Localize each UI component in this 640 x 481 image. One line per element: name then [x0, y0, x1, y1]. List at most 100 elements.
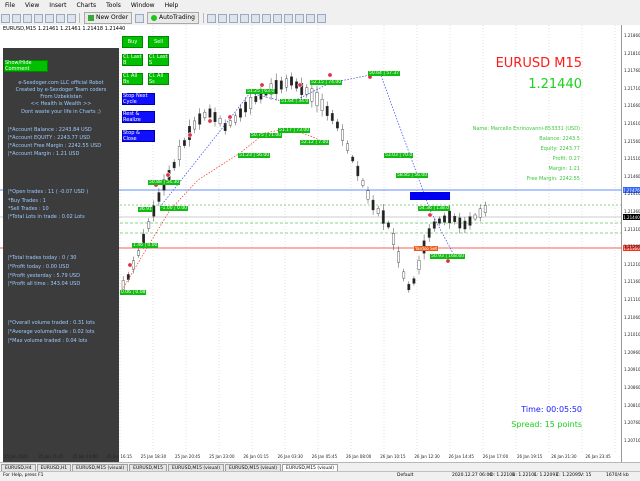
rest-realize-button[interactable]: Rest & Realize: [122, 111, 155, 123]
candle-body: [172, 161, 176, 169]
indicators-icon[interactable]: [295, 13, 304, 23]
line-chart-icon[interactable]: [229, 13, 238, 23]
templates-icon[interactable]: [317, 13, 326, 23]
new-order-button[interactable]: New Order: [84, 12, 133, 24]
trade-label: 0.06 | 0.08: [120, 290, 147, 295]
navigator-icon[interactable]: [45, 13, 54, 23]
info-free-margin: Free Margin: 2242.55: [526, 176, 580, 182]
close-all-sells-button[interactable]: Cl. All Ss: [148, 73, 169, 85]
order-marker: [297, 82, 303, 88]
info-panel: Show/Hide Comment e-Sexdoger.com LLC off…: [3, 48, 119, 462]
price-axis-label: 1.21760: [624, 68, 640, 74]
trade-label: 53.03 | 70.0: [384, 153, 414, 158]
stop-close-button[interactable]: Stop & Close: [122, 130, 155, 142]
time-axis[interactable]: 25 Jan 2021 25 Jan 11:45 25 Jan 14:00 25 Ja…: [0, 452, 622, 462]
price-axis[interactable]: 1.21476 1.21440 1.21300 1.21860 1.21810 1.…: [621, 25, 640, 462]
bar-chart-icon[interactable]: [207, 13, 216, 23]
candle-body: [427, 228, 431, 238]
info-profit: Profit: 0.27: [552, 156, 580, 162]
show-hide-comment-button[interactable]: Show/Hide Comment: [4, 60, 48, 72]
sell-button[interactable]: Sell: [148, 36, 169, 48]
candle-body: [157, 192, 161, 202]
data-window-icon[interactable]: [34, 13, 43, 23]
price-axis-label: 1.21210: [624, 261, 640, 267]
menu-charts[interactable]: Charts: [72, 2, 102, 9]
open-trades: |*Open trades : 11 ( -0.07 USD ): [8, 189, 89, 195]
menu-tools[interactable]: Tools: [101, 2, 126, 9]
candle-body: [443, 215, 446, 223]
close-last-sell-button[interactable]: Cl. Last S: [148, 54, 169, 66]
status-traffic: 1670/4 kb: [606, 473, 629, 478]
new-order-icon: [88, 15, 94, 21]
candle-body: [458, 217, 462, 229]
price-axis-label: 1.20760: [624, 420, 640, 426]
close-last-buy-button[interactable]: Cl. Last B: [122, 54, 143, 66]
candle-timer: Time: 00:05:50: [521, 405, 582, 414]
candle-body: [330, 113, 334, 121]
candle-body: [228, 120, 232, 126]
price-axis-label: 1.21510: [624, 156, 640, 162]
time-axis-label: 26 Jan 14:45: [448, 454, 474, 459]
menu-window[interactable]: Window: [126, 2, 160, 9]
sell-label: Yasdoo Sell: [414, 246, 439, 251]
candle-body: [417, 260, 421, 270]
order-marker: [207, 118, 213, 124]
candle-body: [473, 214, 477, 220]
trade-label: 50.75 | 71.00: [250, 133, 283, 138]
time-axis-label: 25 Jan 11:45: [38, 454, 64, 459]
market-watch-icon[interactable]: [23, 13, 32, 23]
candle-body: [387, 222, 390, 228]
toolbar-separator: [79, 13, 80, 23]
candle-body: [218, 118, 222, 124]
candle-body: [448, 210, 451, 224]
price-axis-label: 1.21010: [624, 332, 640, 338]
menu-view[interactable]: View: [20, 2, 44, 9]
status-help: For Help, press F1: [3, 473, 44, 478]
price-axis-label: 1.21260: [624, 244, 640, 250]
candle-body: [203, 111, 207, 119]
bid-price-tag: 1.21440: [623, 214, 640, 220]
chart-shift-icon[interactable]: [273, 13, 282, 23]
auto-trading-label: AutoTrading: [159, 14, 195, 21]
auto-trading-button[interactable]: AutoTrading: [147, 12, 199, 24]
new-chart-icon[interactable]: [1, 13, 10, 23]
tile-windows-icon[interactable]: [262, 13, 271, 23]
menu-insert[interactable]: Insert: [44, 2, 71, 9]
candle-body: [279, 80, 283, 90]
zoom-in-icon[interactable]: [240, 13, 249, 23]
status-profile[interactable]: Default: [397, 473, 413, 478]
candle-body: [249, 97, 253, 109]
profiles-icon[interactable]: [12, 13, 21, 23]
candle-body: [483, 205, 487, 213]
candlestick-icon[interactable]: [218, 13, 227, 23]
menu-file[interactable]: File: [0, 2, 20, 9]
info-equity: Equity: 2243.77: [540, 146, 580, 152]
candle-body: [407, 283, 411, 291]
autoscroll-icon[interactable]: [284, 13, 293, 23]
periods-icon[interactable]: [306, 13, 315, 23]
candle-body: [208, 108, 212, 118]
metaeditor-icon[interactable]: [135, 13, 145, 23]
toolbar-separator: [203, 13, 204, 23]
close-all-buys-button[interactable]: Cl. All Bs: [122, 73, 143, 85]
account-margin: |*Account Margin : 1.21 USD: [8, 151, 80, 157]
strategy-tester-icon[interactable]: [67, 13, 76, 23]
symbol-info: EURUSD,M15 1.21461 1.21461 1.21418 1.214…: [3, 26, 126, 32]
candle-body: [198, 113, 202, 125]
stop-next-cycle-button[interactable]: Stop Next Cycle: [122, 93, 155, 105]
buy-button[interactable]: Buy: [122, 36, 143, 48]
candle-body: [320, 99, 324, 111]
status-low: L: 1.22093: [534, 473, 559, 478]
price-axis-label: 1.21610: [624, 121, 640, 126]
order-marker: [227, 114, 233, 120]
terminal-icon[interactable]: [56, 13, 65, 23]
candle-body: [274, 80, 278, 94]
chart-area[interactable]: EURUSD,M15 1.21461 1.21461 1.21418 1.214…: [0, 25, 640, 462]
total-lots: |*Total Lots in trade : 0.02 Lots: [8, 214, 85, 220]
toolbar: New Order AutoTrading: [0, 11, 640, 26]
menu-help[interactable]: Help: [160, 2, 184, 9]
zoom-out-icon[interactable]: [251, 13, 260, 23]
candle-body: [468, 216, 472, 226]
candle-body: [239, 108, 242, 118]
candle-body: [310, 88, 314, 102]
